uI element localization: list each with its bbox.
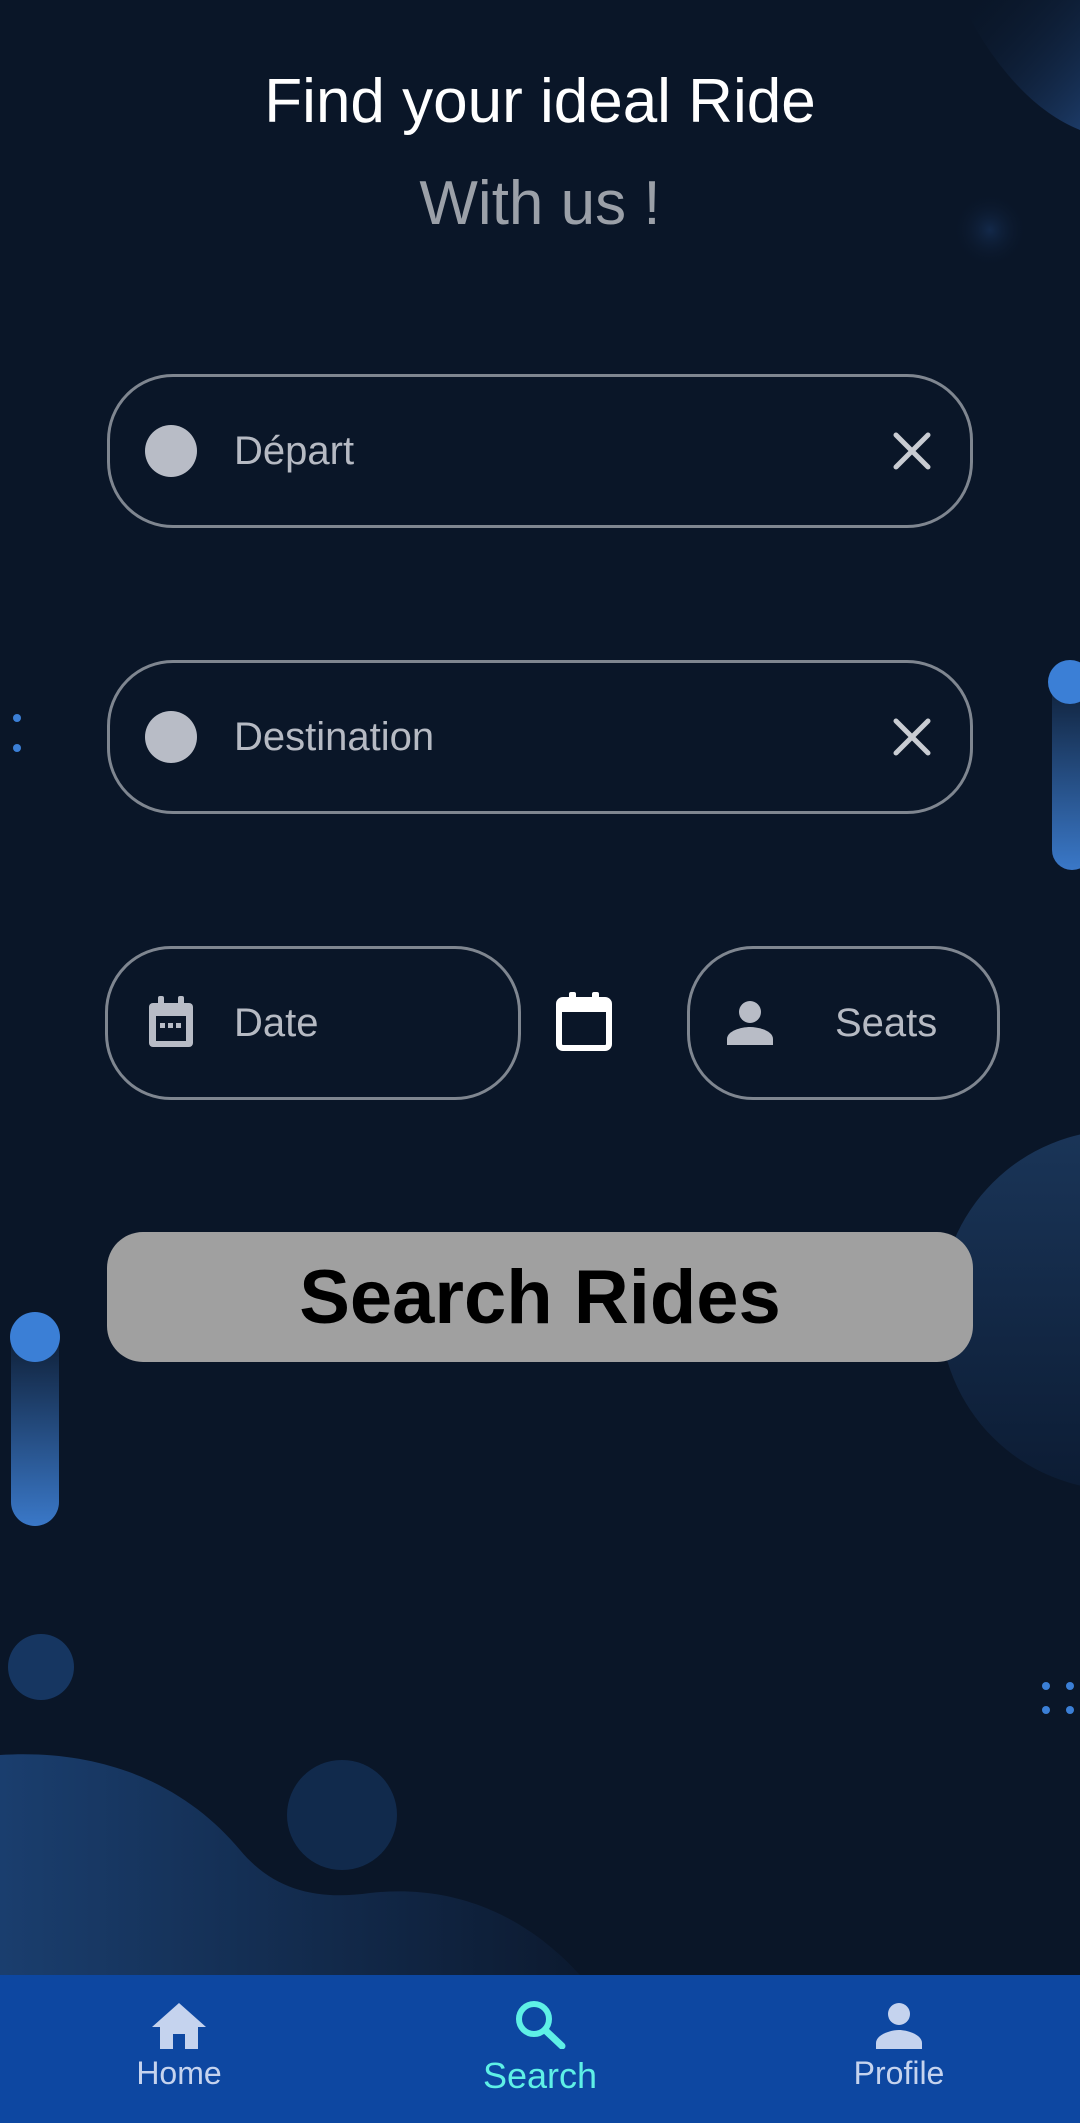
search-rides-label: Search Rides	[299, 1254, 781, 1340]
search-icon	[516, 2001, 566, 2049]
destination-placeholder: Destination	[234, 714, 435, 759]
nav-item-home[interactable]: Home	[79, 1975, 279, 2123]
calendar-icon	[149, 996, 193, 1047]
person-icon	[876, 2003, 922, 2049]
destination-field[interactable]: Destination	[107, 660, 973, 814]
nav-label-home: Home	[136, 2055, 222, 2091]
date-placeholder: Date	[234, 1000, 319, 1045]
destination-dot-icon	[145, 711, 197, 763]
seats-field[interactable]: Seats	[687, 946, 1000, 1100]
seats-placeholder: Seats	[835, 1000, 938, 1045]
nav-item-search[interactable]: Search	[440, 1975, 640, 2123]
clear-departure-icon[interactable]	[890, 429, 934, 473]
nav-item-profile[interactable]: Profile	[799, 1975, 999, 2123]
departure-field[interactable]: Départ	[107, 374, 973, 528]
date-picker-icon[interactable]	[556, 992, 612, 1052]
page-subtitle: With us !	[419, 169, 661, 238]
person-icon	[727, 1001, 773, 1045]
date-field[interactable]: Date	[105, 946, 521, 1100]
bottom-nav: Home Search Profile	[0, 1975, 1080, 2123]
nav-label-profile: Profile	[853, 2055, 945, 2091]
page-title: Find your ideal Ride	[264, 67, 816, 136]
nav-label-search: Search	[482, 2055, 598, 2096]
search-rides-button[interactable]: Search Rides	[107, 1232, 973, 1362]
origin-dot-icon	[145, 425, 197, 477]
clear-destination-icon[interactable]	[890, 715, 934, 759]
departure-placeholder: Départ	[234, 428, 355, 473]
home-icon	[152, 2003, 206, 2049]
